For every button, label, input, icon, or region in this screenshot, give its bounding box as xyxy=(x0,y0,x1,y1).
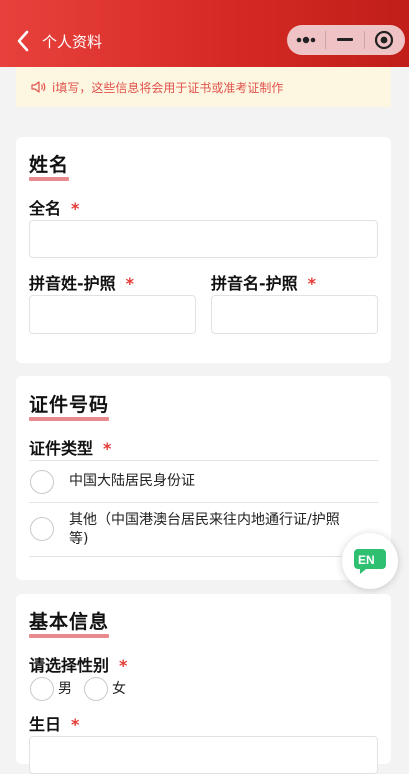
birthday-label-text: 生日 xyxy=(29,715,62,734)
title-underline xyxy=(29,417,110,421)
more-dots-icon xyxy=(296,36,316,44)
required-mark: * xyxy=(119,656,128,675)
pinyin-given-label-text: 拼音名-护照 xyxy=(211,274,298,293)
radio-button[interactable] xyxy=(30,470,54,494)
full-name-input[interactable] xyxy=(29,220,378,258)
divider xyxy=(29,460,378,461)
section-title-text: 基本信息 xyxy=(29,611,110,633)
section-title: 基本信息 xyxy=(29,607,110,638)
required-mark: * xyxy=(71,199,80,218)
more-button[interactable] xyxy=(287,25,325,55)
birthday-label: 生日 * xyxy=(29,711,79,735)
gender-option-male[interactable]: 男 xyxy=(29,676,79,702)
pinyin-surname-label: 拼音姓-护照 * xyxy=(29,270,134,294)
pinyin-surname-label-text: 拼音姓-护照 xyxy=(29,274,116,293)
birthday-input[interactable] xyxy=(29,736,378,774)
notice-bar: i填写，这些信息将会用于证书或准考证制作 xyxy=(16,67,391,107)
close-miniprogram-button[interactable] xyxy=(365,25,403,55)
language-switch-label: EN xyxy=(358,553,375,567)
page-title: 个人资料 xyxy=(42,33,103,51)
required-mark: * xyxy=(125,274,135,293)
speaker-icon xyxy=(30,78,48,96)
minus-icon xyxy=(337,38,353,41)
minimize-button[interactable] xyxy=(326,25,364,55)
section-title: 证件号码 xyxy=(29,390,110,421)
back-button[interactable] xyxy=(12,28,34,54)
pinyin-surname-input[interactable] xyxy=(29,295,196,334)
divider xyxy=(29,502,378,503)
pinyin-given-input[interactable] xyxy=(211,295,378,334)
option-label-cont: 等) xyxy=(69,531,89,547)
required-mark: * xyxy=(307,274,317,293)
top-bar: 个人资料 xyxy=(0,0,409,67)
full-name-label: 全名 * xyxy=(29,195,79,219)
id-type-label-text: 证件类型 xyxy=(29,439,94,458)
divider xyxy=(29,556,378,557)
id-section-card: 证件号码 证件类型 * 中国大陆居民身份证 其他（中国港澳台居民来往内地通行证/护… xyxy=(16,376,391,580)
radio-button[interactable] xyxy=(30,677,54,701)
id-type-label: 证件类型 * xyxy=(29,435,111,459)
option-label: 其他（中国港澳台居民来往内地通行证/护照 xyxy=(69,512,340,528)
gender-label-male: 男 xyxy=(58,681,72,697)
gender-label-text: 请选择性别 xyxy=(29,656,110,675)
radio-button[interactable] xyxy=(84,677,108,701)
gender-option-female[interactable]: 女 xyxy=(83,676,133,702)
title-underline xyxy=(29,177,70,181)
language-switch-button[interactable]: EN xyxy=(342,533,398,589)
full-name-label-text: 全名 xyxy=(29,199,62,218)
section-title: 姓名 xyxy=(29,150,70,181)
required-mark: * xyxy=(71,715,80,734)
notice-text: i填写，这些信息将会用于证书或准考证制作 xyxy=(52,80,284,95)
title-underline xyxy=(29,634,110,638)
section-title-text: 姓名 xyxy=(29,154,70,176)
section-title-text: 证件号码 xyxy=(29,394,110,416)
target-close-icon xyxy=(374,30,394,50)
id-option-mainland[interactable]: 中国大陆居民身份证 xyxy=(29,468,378,494)
gender-label-female: 女 xyxy=(112,681,126,697)
mini-program-capsule xyxy=(287,25,405,55)
required-mark: * xyxy=(103,439,112,458)
option-label: 中国大陆居民身份证 xyxy=(69,473,195,489)
gender-label: 请选择性别 * xyxy=(29,652,127,676)
radio-button[interactable] xyxy=(30,517,54,541)
chevron-left-icon xyxy=(17,30,29,52)
id-option-other[interactable]: 其他（中国港澳台居民来往内地通行证/护照 等) xyxy=(29,510,378,550)
name-section-card: 姓名 全名 * 拼音姓-护照 * 拼音名-护照 * xyxy=(16,137,391,363)
basic-info-card: 基本信息 请选择性别 * 男 女 生日 * xyxy=(16,594,391,774)
pinyin-given-label: 拼音名-护照 * xyxy=(211,270,316,294)
